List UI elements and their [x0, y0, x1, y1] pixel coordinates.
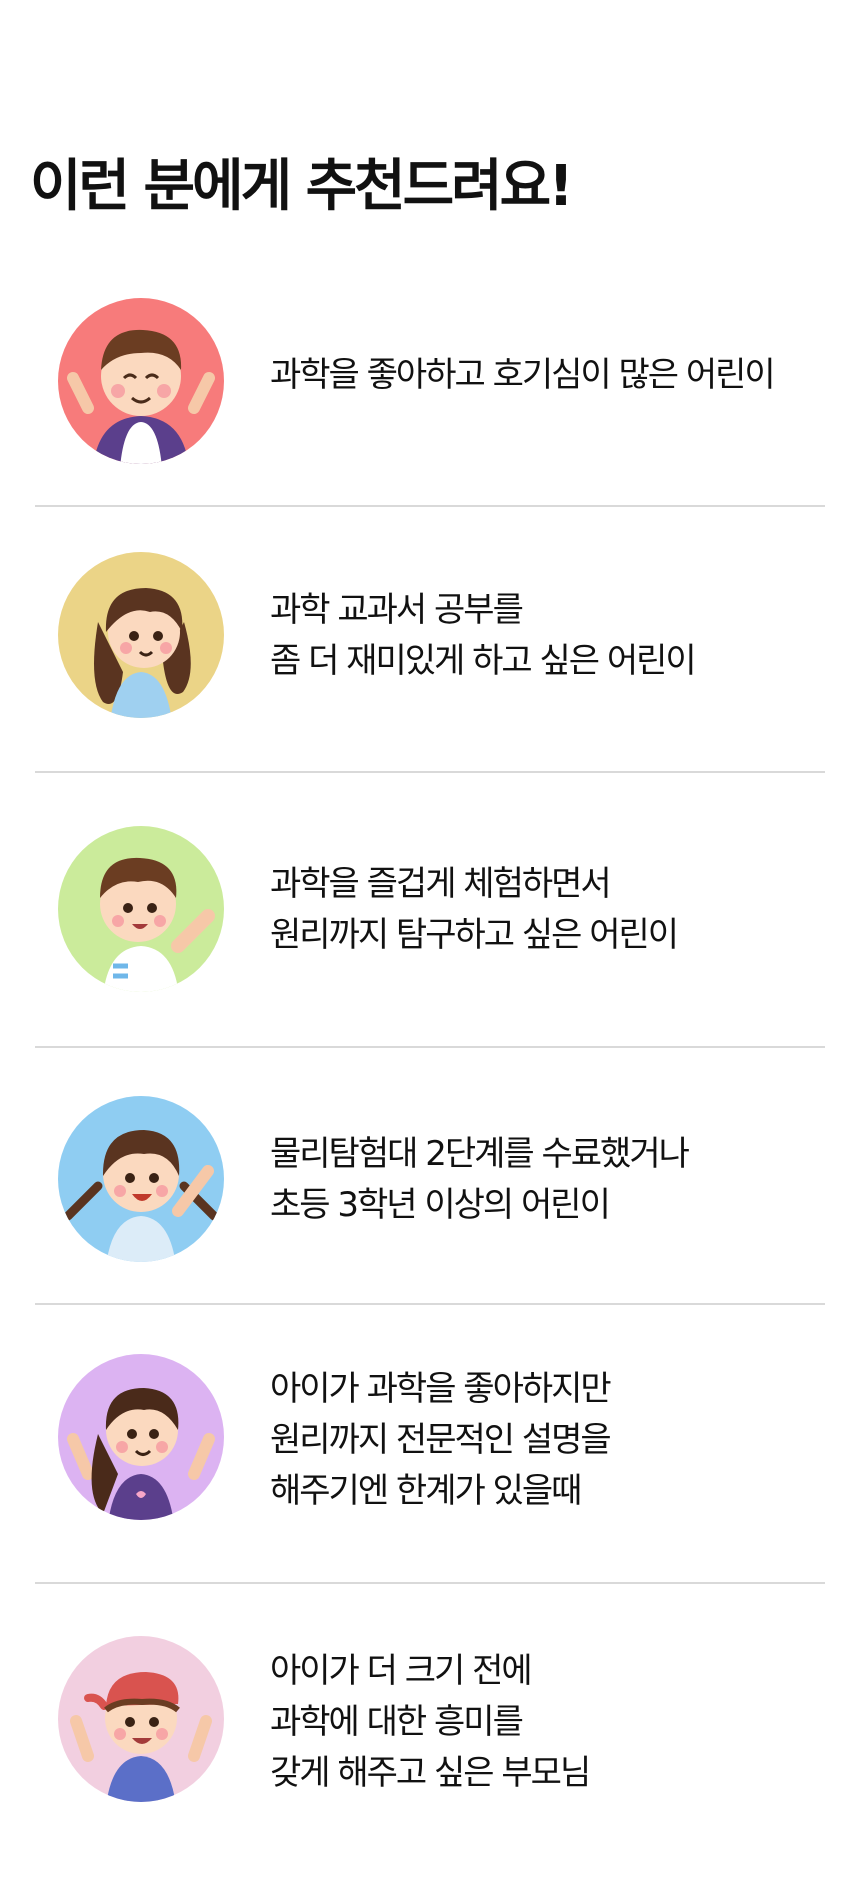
item-text: 과학 교과서 공부를 좀 더 재미있게 하고 싶은 어린이 [270, 585, 697, 687]
item-line: 원리까지 탐구하고 싶은 어린이 [270, 915, 679, 955]
item-line: 초등 3학년 이상의 어린이 [270, 1185, 611, 1225]
boy-cap-avatar [58, 1636, 224, 1802]
divider [35, 1046, 825, 1048]
page-title: 이런 분에게 추천드려요! [30, 154, 574, 219]
item-text: 과학을 좋아하고 호기심이 많은 어린이 [270, 350, 776, 401]
item-line: 과학에 대한 흥미를 [270, 1702, 524, 1742]
divider [35, 1582, 825, 1584]
item-text: 과학을 즐겁게 체험하면서 원리까지 탐구하고 싶은 어린이 [270, 859, 679, 961]
item-line: 과학을 즐겁게 체험하면서 [270, 864, 612, 904]
item-text: 아이가 과학을 좋아하지만 원리까지 전문적인 설명을 해주기엔 한계가 있을때 [270, 1364, 612, 1517]
item-line: 과학을 좋아하고 호기심이 많은 어린이 [270, 355, 776, 395]
girl-braids-avatar [58, 1096, 224, 1262]
recommendation-page: 이런 분에게 추천드려요! 과학을 좋아하고 호기심이 많은 어린이 과학 교과… [0, 0, 860, 1886]
item-line: 아이가 과학을 좋아하지만 [270, 1369, 612, 1409]
girl-avatar [58, 552, 224, 718]
item-text: 아이가 더 크기 전에 과학에 대한 흥미를 갖게 해주고 싶은 부모님 [270, 1646, 591, 1799]
divider [35, 771, 825, 773]
girl-cheering-avatar [58, 1354, 224, 1520]
item-text: 물리탐험대 2단계를 수료했거나 초등 3학년 이상의 어린이 [270, 1129, 690, 1231]
item-line: 좀 더 재미있게 하고 싶은 어린이 [270, 641, 697, 681]
item-line: 해주기엔 한계가 있을때 [270, 1471, 582, 1511]
boy-waving-avatar [58, 826, 224, 992]
item-line: 물리탐험대 2단계를 수료했거나 [270, 1134, 690, 1174]
divider [35, 1303, 825, 1305]
item-line: 과학 교과서 공부를 [270, 590, 524, 630]
item-line: 갖게 해주고 싶은 부모님 [270, 1753, 591, 1793]
item-line: 아이가 더 크기 전에 [270, 1651, 533, 1691]
divider [35, 505, 825, 507]
item-line: 원리까지 전문적인 설명을 [270, 1420, 612, 1460]
boy-cheering-avatar [58, 298, 224, 464]
